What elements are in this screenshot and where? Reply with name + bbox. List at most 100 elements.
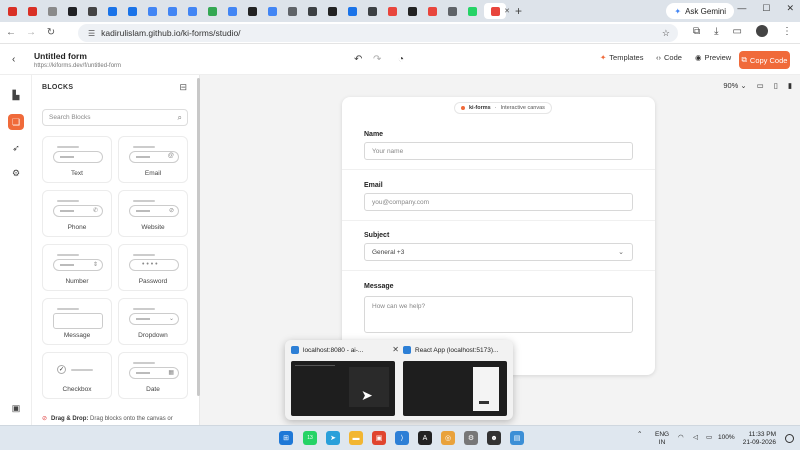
browser-tab[interactable] [364,3,381,19]
minimize-icon[interactable]: — [737,3,746,14]
browser-tab[interactable] [284,3,301,19]
browser-tab[interactable] [44,3,61,19]
block-date[interactable]: ▦ Date [118,352,188,399]
browser-tab[interactable] [404,3,421,19]
back-icon[interactable]: ← [6,27,16,38]
mobile-view-icon[interactable]: ▮ [788,81,792,90]
split-view-icon[interactable]: ▭ [733,26,742,37]
settings-taskbar-icon[interactable]: ⚙ [464,431,478,445]
desktop-view-icon[interactable]: ▭ [757,81,764,90]
browser-tab[interactable] [424,3,441,19]
new-tab-button[interactable]: + [515,4,522,18]
bookmark-star-icon[interactable]: ☆ [662,28,670,39]
zoom-chevron-icon[interactable]: ⌄ [740,81,746,90]
preview-thumbnail-1[interactable]: ➤ [291,361,395,416]
browser-tab[interactable] [384,3,401,19]
field-input-subject[interactable]: General +3 ⌄ [364,243,633,261]
block-checkbox[interactable]: ✓ Checkbox [42,352,112,399]
app-taskbar-icon[interactable]: ▣ [372,431,386,445]
close-tab-icon[interactable]: ✕ [504,7,510,15]
back-arrow-icon[interactable]: ‹ [12,54,15,65]
form-title[interactable]: Untitled form [34,51,87,61]
clock[interactable]: 11:33 PM 21-09-2026 [743,431,776,447]
browser-tab[interactable] [164,3,181,19]
settings-sliders-icon[interactable]: ⚙ [8,165,24,181]
browser-tab[interactable] [124,3,141,19]
block-dropdown[interactable]: ⌄ Dropdown [118,298,188,345]
whatsapp-taskbar-icon[interactable]: 13 [303,431,317,445]
browser-tab[interactable]: ✕ [484,3,510,19]
alien-app-icon[interactable]: ☻ [487,431,501,445]
browser-tab[interactable] [64,3,81,19]
blocks-icon[interactable]: ❏ [8,114,24,130]
code-button[interactable]: ‹› Code [656,53,682,62]
preview-button[interactable]: ◉ Preview [695,53,731,62]
close-preview-icon[interactable]: ✕ [392,345,399,354]
terminal-icon[interactable]: A [418,431,432,445]
download-icon[interactable]: ⤓ [714,26,718,37]
preview-thumbnail-2[interactable] [403,361,507,416]
notepad-icon[interactable]: ▤ [510,431,524,445]
ask-gemini-button[interactable]: ✦ Ask Gemini [666,3,734,19]
start-icon[interactable]: ⊞ [279,431,293,445]
reload-icon[interactable]: ↻ [46,27,56,38]
language-indicator[interactable]: ENG IN [655,431,669,447]
browser-tab[interactable] [244,3,261,19]
browser-tab[interactable] [184,3,201,19]
browser-tab[interactable] [224,3,241,19]
browser-tab[interactable] [104,3,121,19]
menu-icon[interactable]: ⋮ [782,26,792,37]
browser-tab[interactable] [344,3,361,19]
profile-avatar[interactable] [756,25,768,37]
field-input-email[interactable]: you@company.com [364,193,633,211]
undo-icon[interactable]: ↶ [354,54,362,65]
extensions-icon[interactable]: ⧉ [693,26,700,37]
preview-window-1[interactable]: localhost:8080 - ai-... ✕ ➤ [291,344,401,416]
browser-tab[interactable] [204,3,221,19]
site-info-icon[interactable]: ☰ [88,29,95,38]
collapse-panel-icon[interactable]: ⊟ [179,82,187,93]
sidebar-toggle-icon[interactable]: ▣ [8,400,24,416]
browser-tab[interactable] [84,3,101,19]
block-message[interactable]: Message [42,298,112,345]
zoom-level[interactable]: 90% [723,81,738,90]
close-window-icon[interactable]: ✕ [786,3,794,14]
preview-window-2[interactable]: React App (localhost:5173)... [403,344,513,416]
layers-icon[interactable]: ▙ [8,87,24,103]
file-explorer-icon[interactable]: ▬ [349,431,363,445]
tablet-view-icon[interactable]: ▯ [774,81,778,90]
field-input-message[interactable]: How can we help? [364,296,633,333]
wifi-icon[interactable]: ◠ [678,434,684,442]
browser-tab[interactable] [4,3,21,19]
search-blocks-input[interactable]: Search Blocks ⌕ [42,109,188,126]
vscode-taskbar-icon[interactable]: ⟩ [395,431,409,445]
volume-icon[interactable]: ◁ [693,434,698,442]
browser-tab[interactable] [304,3,321,19]
browser-tab[interactable] [444,3,461,19]
battery-icon[interactable]: ▭ [706,434,712,442]
browser-tab[interactable] [24,3,41,19]
copy-code-button[interactable]: ⧉ Copy Code [739,51,790,69]
rocket-icon[interactable]: ➶ [8,140,24,156]
history-icon[interactable]: ◔ [398,54,404,65]
tray-chevron-icon[interactable]: ⌃ [637,431,642,439]
address-bar[interactable]: ☰ kadirulislam.github.io/ki-forms/studio… [78,24,678,42]
block-email[interactable]: @ Email [118,136,188,183]
telegram-icon[interactable]: ➤ [326,431,340,445]
browser-tab[interactable] [264,3,281,19]
block-phone[interactable]: ✆ Phone [42,190,112,237]
redo-icon[interactable]: ↷ [373,54,381,65]
forward-icon[interactable]: → [26,27,36,38]
browser-tab[interactable] [144,3,161,19]
block-website[interactable]: ⊘ Website [118,190,188,237]
field-input-name[interactable]: Your name [364,142,633,160]
browser-tab[interactable] [324,3,341,19]
block-text[interactable]: Text [42,136,112,183]
chrome-taskbar-icon[interactable]: ◎ [441,431,455,445]
browser-tab[interactable] [464,3,481,19]
notification-icon[interactable] [785,434,794,443]
templates-button[interactable]: ✦ Templates [600,53,643,62]
maximize-icon[interactable]: ☐ [762,3,770,14]
block-number[interactable]: ⇕ Number [42,244,112,291]
block-password[interactable]: • • • • Password [118,244,188,291]
